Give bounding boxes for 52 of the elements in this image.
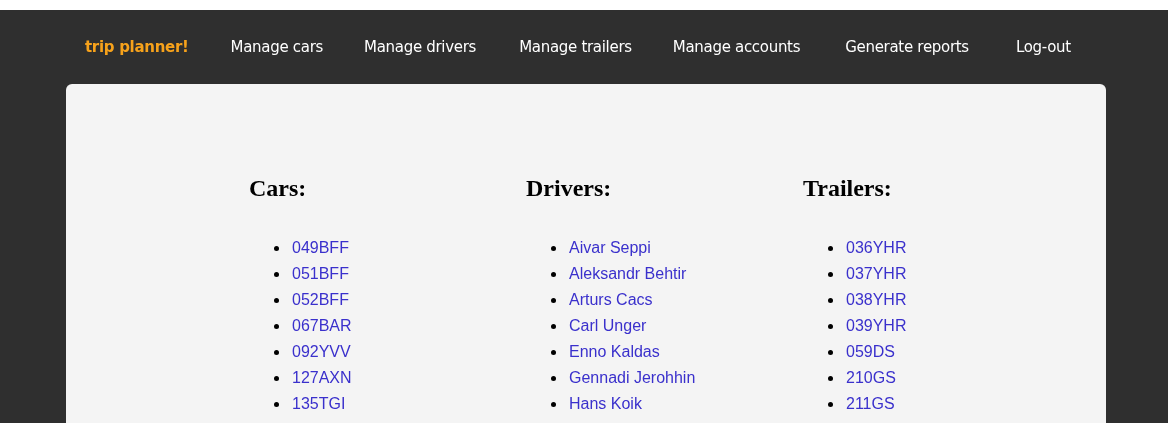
list-link[interactable]: Hans Koik xyxy=(569,392,642,416)
bullet-icon xyxy=(274,297,279,303)
bullet-icon xyxy=(828,245,833,251)
bullet-icon xyxy=(828,349,833,355)
list-link[interactable]: 036YHR xyxy=(846,236,907,260)
nav-link[interactable]: Manage accounts xyxy=(672,35,801,59)
list-link[interactable]: 039YHR xyxy=(846,314,907,338)
bullet-icon xyxy=(274,245,279,251)
list-link[interactable]: 049BFF xyxy=(292,236,349,260)
brand-link[interactable]: trip planner! xyxy=(85,35,189,59)
list-link[interactable]: 210GS xyxy=(846,366,896,390)
list-link[interactable]: 051BFF xyxy=(292,262,349,286)
nav-link[interactable]: Manage cars xyxy=(230,35,324,59)
list-link[interactable]: Carl Unger xyxy=(569,314,647,338)
bullet-icon xyxy=(274,271,279,277)
bullet-icon xyxy=(274,401,279,407)
column-heading: Drivers: xyxy=(526,174,613,202)
bullet-icon xyxy=(551,245,556,251)
nav-link[interactable]: Manage drivers xyxy=(364,35,477,59)
list-link[interactable]: 059DS xyxy=(846,340,895,364)
bullet-icon xyxy=(551,349,556,355)
bullet-icon xyxy=(551,323,556,329)
list-link[interactable]: Arturs Cacs xyxy=(569,288,653,312)
nav-link[interactable]: Manage trailers xyxy=(519,35,632,59)
bullet-icon xyxy=(828,297,833,303)
bullet-icon xyxy=(274,323,279,329)
column-heading: Trailers: xyxy=(803,174,893,202)
bullet-icon xyxy=(828,323,833,329)
column-heading: Cars: xyxy=(249,174,308,202)
bullet-icon xyxy=(828,375,833,381)
list-link[interactable]: 037YHR xyxy=(846,262,907,286)
list-link[interactable]: Enno Kaldas xyxy=(569,340,660,364)
bullet-icon xyxy=(551,375,556,381)
list-link[interactable]: Aleksandr Behtir xyxy=(569,262,687,286)
bullet-icon xyxy=(274,375,279,381)
list-link[interactable]: 052BFF xyxy=(292,288,349,312)
list-link[interactable]: 135TGI xyxy=(292,392,346,416)
bullet-icon xyxy=(551,401,556,407)
list-link[interactable]: Aivar Seppi xyxy=(569,236,651,260)
nav-link[interactable]: Generate reports xyxy=(845,35,969,59)
bullet-icon xyxy=(828,271,833,277)
list-link[interactable]: 127AXN xyxy=(292,366,352,390)
bullet-icon xyxy=(551,271,556,277)
list-link[interactable]: 067BAR xyxy=(292,314,352,338)
list-link[interactable]: 211GS xyxy=(846,392,895,416)
bullet-icon xyxy=(274,349,279,355)
list-link[interactable]: 092YVV xyxy=(292,340,351,364)
bullet-icon xyxy=(551,297,556,303)
list-link[interactable]: Gennadi Jerohhin xyxy=(569,366,696,390)
bullet-icon xyxy=(828,401,833,407)
list-link[interactable]: 038YHR xyxy=(846,288,907,312)
nav-link[interactable]: Log-out xyxy=(1015,35,1071,59)
